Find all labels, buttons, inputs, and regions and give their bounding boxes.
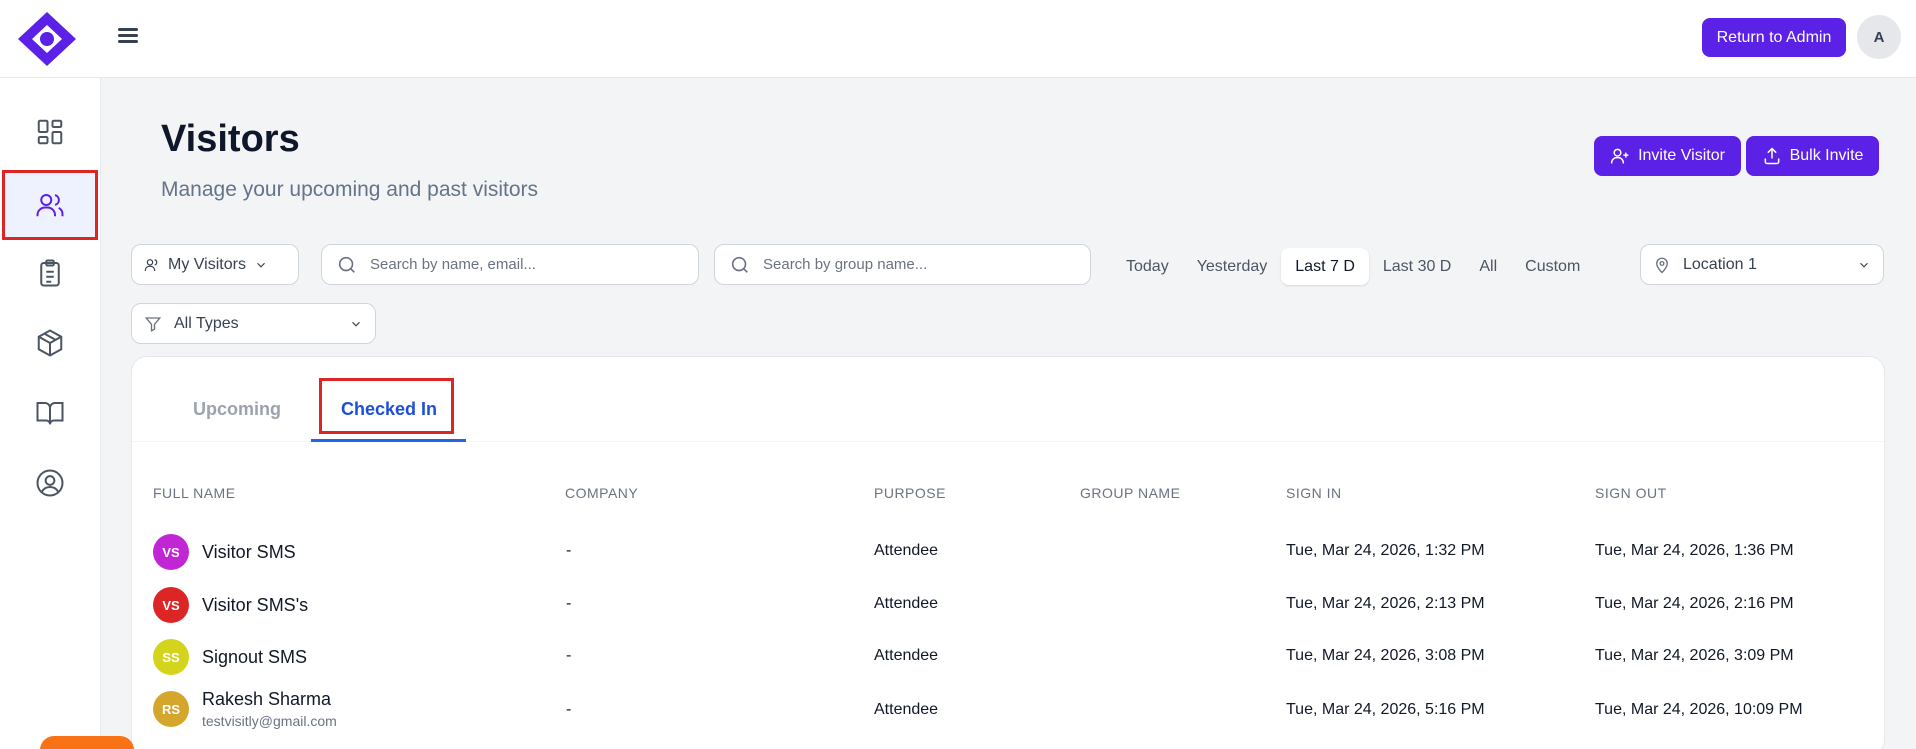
map-pin-icon	[1656, 257, 1668, 273]
user-plus-icon	[1610, 148, 1629, 164]
chevron-down-icon	[352, 321, 360, 327]
visitor-sign-out: Tue, Mar 24, 2026, 1:36 PM	[1595, 542, 1794, 559]
user-circle-icon	[36, 469, 64, 497]
visitor-email: testvisitly@gmail.com	[202, 713, 337, 729]
bulk-invite-label: Bulk Invite	[1789, 147, 1864, 164]
page-subtitle: Manage your upcoming and past visitors	[161, 178, 539, 201]
active-tab-indicator	[311, 439, 466, 442]
invite-visitor-button[interactable]: Invite Visitor	[1594, 136, 1741, 176]
date-option-yesterday[interactable]: Yesterday	[1183, 248, 1282, 285]
column-header-group-name[interactable]: GROUP NAME	[1080, 485, 1180, 501]
visitor-sign-in: Tue, Mar 24, 2026, 1:32 PM	[1286, 542, 1485, 559]
visitor-avatar: VS	[153, 534, 189, 570]
hamburger-menu-icon[interactable]	[114, 25, 142, 49]
type-filter-label: All Types	[174, 314, 239, 332]
visitor-sign-in: Tue, Mar 24, 2026, 2:13 PM	[1286, 595, 1485, 612]
package-box-icon	[37, 329, 63, 357]
chevron-down-icon	[257, 262, 265, 268]
date-option-all[interactable]: All	[1465, 248, 1511, 285]
user-avatar[interactable]: A	[1857, 15, 1901, 59]
search-group-input[interactable]	[763, 256, 1063, 273]
chevron-down-icon	[1860, 262, 1868, 268]
visitor-avatar: VS	[153, 587, 189, 623]
upload-icon	[1764, 147, 1780, 165]
table-row[interactable]: VS Visitor SMS's - Attendee Tue, Mar 24,…	[132, 578, 1884, 630]
column-header-company[interactable]: COMPANY	[565, 485, 638, 501]
filter-funnel-icon	[144, 316, 162, 332]
search-icon	[338, 256, 355, 273]
visitor-purpose: Attendee	[874, 701, 939, 718]
visitor-sign-in: Tue, Mar 24, 2026, 5:16 PM	[1286, 701, 1485, 718]
visitor-sign-in: Tue, Mar 24, 2026, 3:08 PM	[1286, 647, 1485, 664]
users-icon	[144, 258, 158, 271]
column-header-full-name[interactable]: FULL NAME	[153, 485, 236, 501]
sidebar-item-dashboard[interactable]	[2, 97, 98, 167]
visitor-sign-out: Tue, Mar 24, 2026, 2:16 PM	[1595, 595, 1794, 612]
sidebar-item-profile[interactable]	[2, 448, 98, 518]
bulk-invite-button[interactable]: Bulk Invite	[1746, 136, 1879, 176]
column-header-sign-in[interactable]: SIGN IN	[1286, 485, 1342, 501]
app-logo-icon[interactable]	[14, 10, 80, 68]
tab-upcoming[interactable]: Upcoming	[193, 399, 281, 420]
sidebar-item-visitors[interactable]	[2, 170, 98, 240]
sidebar-item-logbook[interactable]	[2, 378, 98, 448]
my-visitors-dropdown[interactable]: My Visitors	[131, 244, 299, 285]
search-icon	[731, 256, 748, 273]
visitor-avatar: SS	[153, 639, 189, 675]
visitor-name: Visitor SMS	[202, 542, 296, 562]
sidebar	[0, 78, 101, 749]
visitor-name: Visitor SMS's	[202, 595, 309, 615]
tabs-bar: Upcoming Checked In	[132, 357, 1884, 442]
visitor-avatar: RS	[153, 691, 189, 727]
invite-visitor-label: Invite Visitor	[1638, 147, 1725, 164]
visitor-name: Rakesh Sharma	[202, 689, 332, 709]
chat-widget-tab[interactable]	[40, 736, 134, 749]
sidebar-item-clipboard[interactable]	[2, 238, 98, 308]
visitor-company: -	[566, 595, 572, 612]
type-filter-dropdown[interactable]: All Types	[131, 303, 376, 344]
users-icon	[36, 194, 64, 217]
column-header-purpose[interactable]: PURPOSE	[874, 485, 946, 501]
search-name-input[interactable]	[370, 256, 670, 273]
date-option-today[interactable]: Today	[1112, 248, 1183, 285]
date-range-selector: Today Yesterday Last 7 D Last 30 D All C…	[1106, 244, 1624, 289]
visitor-purpose: Attendee	[874, 647, 939, 664]
visitor-sign-out: Tue, Mar 24, 2026, 3:09 PM	[1595, 647, 1794, 664]
visitor-company: -	[566, 701, 572, 718]
table-row[interactable]: VS Visitor SMS - Attendee Tue, Mar 24, 2…	[132, 525, 1884, 577]
search-group-box[interactable]	[714, 244, 1091, 285]
location-label: Location 1	[1683, 255, 1757, 273]
visitor-purpose: Attendee	[874, 542, 939, 559]
tab-checked-in[interactable]: Checked In	[341, 399, 437, 420]
return-to-admin-button[interactable]: Return to Admin	[1702, 18, 1846, 57]
sidebar-item-deliveries[interactable]	[2, 308, 98, 378]
table-row[interactable]: SS Signout SMS - Attendee Tue, Mar 24, 2…	[132, 630, 1884, 682]
my-visitors-label: My Visitors	[168, 255, 246, 273]
book-open-icon	[36, 402, 64, 425]
table-row[interactable]: RS Rakesh Sharma testvisitly@gmail.com -…	[132, 683, 1884, 735]
clipboard-list-icon	[40, 259, 60, 287]
page-title: Visitors	[161, 118, 300, 160]
location-dropdown[interactable]: Location 1	[1640, 244, 1884, 285]
visitor-company: -	[566, 542, 572, 559]
visitor-company: -	[566, 647, 572, 664]
search-name-box[interactable]	[321, 244, 699, 285]
date-option-custom[interactable]: Custom	[1511, 248, 1594, 285]
visitor-sign-out: Tue, Mar 24, 2026, 10:09 PM	[1595, 701, 1803, 718]
top-bar: Return to Admin A	[0, 0, 1916, 78]
visitor-purpose: Attendee	[874, 595, 939, 612]
date-option-last-7-days[interactable]: Last 7 D	[1281, 248, 1369, 285]
dashboard-grid-icon	[37, 119, 63, 145]
column-header-sign-out[interactable]: SIGN OUT	[1595, 485, 1667, 501]
visitors-card: Upcoming Checked In FULL NAME COMPANY PU…	[131, 356, 1885, 749]
visitor-name: Signout SMS	[202, 647, 308, 667]
date-option-last-30-days[interactable]: Last 30 D	[1369, 248, 1465, 285]
